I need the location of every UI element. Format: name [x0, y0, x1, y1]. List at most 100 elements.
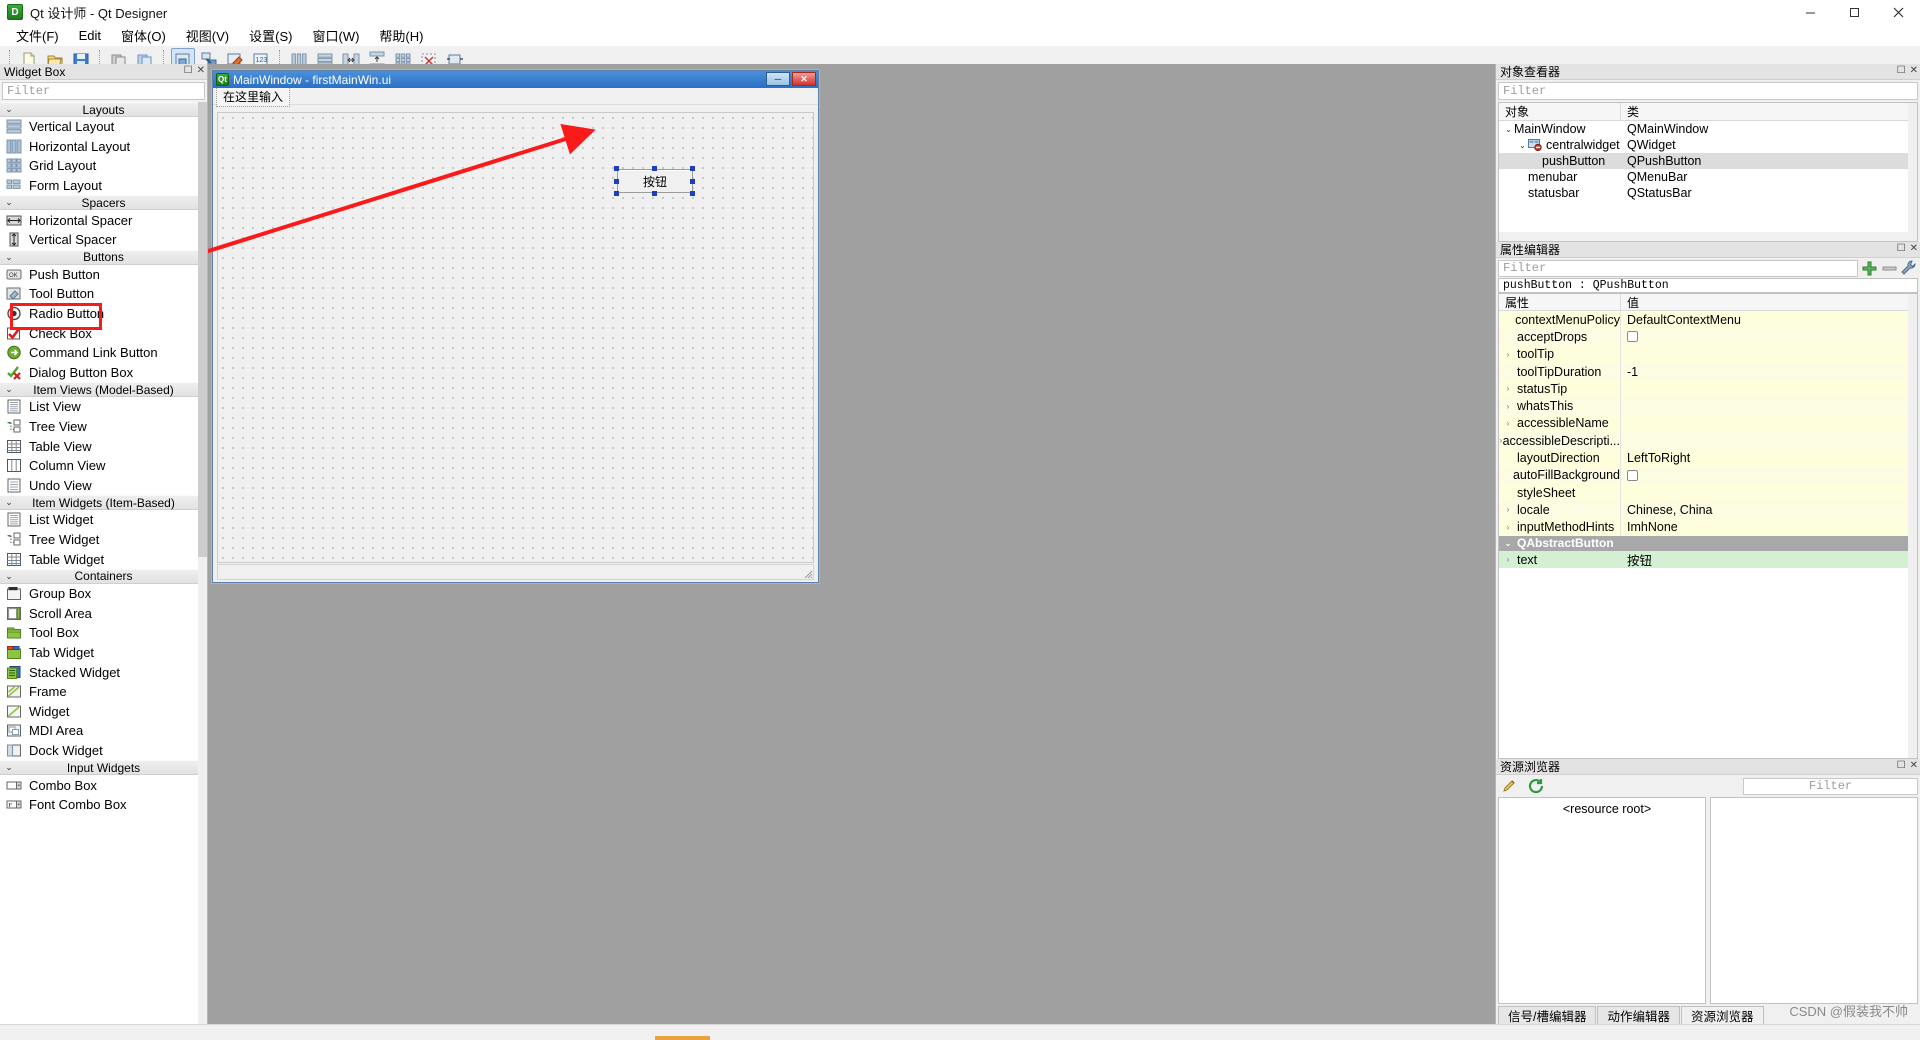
- selection-handle[interactable]: [690, 166, 695, 171]
- close-icon[interactable]: ✕: [1910, 760, 1918, 772]
- object-row-mainwindow[interactable]: ⌄ MainWindow QMainWindow: [1499, 121, 1917, 137]
- float-icon[interactable]: ☐: [1897, 243, 1906, 255]
- float-icon[interactable]: ☐: [184, 65, 193, 77]
- chevron-right-icon[interactable]: ›: [1499, 555, 1517, 564]
- property-checkbox[interactable]: [1627, 469, 1638, 481]
- widget-item-horizontal-spacer[interactable]: Horizontal Spacer: [0, 210, 207, 230]
- reload-icon[interactable]: [1528, 778, 1545, 795]
- property-value[interactable]: DefaultContextMenu: [1621, 311, 1917, 328]
- widget-item-radio-button[interactable]: Radio Button: [0, 303, 207, 324]
- property-row-whatsthis[interactable]: › whatsThis: [1499, 397, 1917, 415]
- object-row-statusbar[interactable]: statusbar QStatusBar: [1499, 185, 1917, 201]
- property-row-tooltipduration[interactable]: toolTipDuration -1: [1499, 362, 1917, 381]
- object-inspector-vscrollbar[interactable]: [1908, 103, 1917, 241]
- form-menu-placeholder[interactable]: 在这里输入: [216, 85, 291, 107]
- widget-group-header[interactable]: ⌄ Item Views (Model-Based): [0, 382, 207, 398]
- property-row-autofillbackground[interactable]: autoFillBackground: [1499, 466, 1917, 484]
- property-value-cell[interactable]: [1621, 328, 1917, 345]
- close-icon[interactable]: ✕: [1910, 65, 1918, 77]
- widget-item-font-combo-box[interactable]: F Font Combo Box: [0, 794, 207, 815]
- chevron-right-icon[interactable]: ›: [1499, 523, 1517, 532]
- chevron-down-icon[interactable]: ⌄: [1503, 125, 1514, 134]
- close-icon[interactable]: ✕: [197, 65, 205, 77]
- chevron-right-icon[interactable]: ›: [1499, 419, 1517, 428]
- float-icon[interactable]: ☐: [1897, 760, 1906, 772]
- widget-item-stacked-widget[interactable]: Stacked Widget: [0, 662, 207, 682]
- widget-item-combo-box[interactable]: Combo Box: [0, 775, 207, 795]
- widget-item-grid-layout[interactable]: Grid Layout: [0, 156, 207, 176]
- plus-icon[interactable]: [1860, 259, 1878, 277]
- selection-handle[interactable]: [690, 191, 695, 196]
- chevron-right-icon[interactable]: ›: [1499, 402, 1517, 411]
- widget-item-table-widget[interactable]: Table Widget: [0, 549, 207, 569]
- menu-edit[interactable]: Edit: [69, 26, 111, 45]
- widget-item-vertical-layout[interactable]: Vertical Layout: [0, 117, 207, 137]
- menu-help[interactable]: 帮助(H): [369, 24, 433, 47]
- widget-box-scrollbar[interactable]: [198, 102, 207, 1024]
- canvas-push-button[interactable]: 按钮: [617, 169, 693, 193]
- property-checkbox[interactable]: [1627, 331, 1638, 343]
- property-value[interactable]: LeftToRight: [1621, 449, 1917, 466]
- property-row-stylesheet[interactable]: styleSheet: [1499, 483, 1917, 502]
- widget-item-frame[interactable]: Frame: [0, 681, 207, 702]
- resource-tree[interactable]: <resource root>: [1498, 797, 1706, 1004]
- property-value[interactable]: [1621, 346, 1917, 363]
- selection-handle[interactable]: [690, 179, 695, 184]
- widget-item-column-view[interactable]: Column View: [0, 455, 207, 476]
- property-row-text[interactable]: › text 按钮: [1499, 550, 1917, 569]
- chevron-right-icon[interactable]: ›: [1499, 384, 1517, 393]
- chevron-down-icon[interactable]: ⌄: [1517, 141, 1528, 150]
- property-value[interactable]: ImhNone: [1621, 519, 1917, 536]
- selection-handle[interactable]: [652, 166, 657, 171]
- property-editor-table[interactable]: 属性 值 contextMenuPolicy DefaultContextMenu…: [1498, 293, 1918, 759]
- selection-handle[interactable]: [652, 191, 657, 196]
- widget-item-list-view[interactable]: List View: [0, 397, 207, 417]
- widget-group-header[interactable]: ⌄ Spacers: [0, 195, 207, 211]
- widget-group-header[interactable]: ⌄ Buttons: [0, 249, 207, 265]
- widget-item-tree-widget[interactable]: Tree Widget: [0, 529, 207, 550]
- widget-group-header[interactable]: ⌄ Containers: [0, 568, 207, 584]
- property-value[interactable]: [1621, 484, 1917, 501]
- object-row-centralwidget[interactable]: ⌄ centralwidget QWidget: [1499, 137, 1917, 153]
- widget-item-tab-widget[interactable]: Tab Widget: [0, 642, 207, 663]
- form-menu-bar[interactable]: 在这里输入: [213, 85, 818, 107]
- close-icon[interactable]: ✕: [1910, 243, 1918, 255]
- widget-item-tree-view[interactable]: Tree View: [0, 416, 207, 437]
- menu-file[interactable]: 文件(F): [6, 24, 69, 47]
- widget-item-tool-button[interactable]: Tool Button: [0, 284, 207, 304]
- property-value[interactable]: [1621, 432, 1917, 449]
- menu-settings[interactable]: 设置(S): [239, 24, 302, 47]
- widget-item-horizontal-layout[interactable]: Horizontal Layout: [0, 136, 207, 157]
- minus-icon[interactable]: [1880, 259, 1898, 277]
- property-editor-vscrollbar[interactable]: [1908, 294, 1917, 758]
- chevron-right-icon[interactable]: ›: [1499, 505, 1517, 514]
- property-row-tooltip[interactable]: › toolTip: [1499, 345, 1917, 363]
- object-inspector-filter-input[interactable]: Filter: [1498, 82, 1918, 100]
- menu-window[interactable]: 窗口(W): [302, 24, 369, 47]
- property-row-inputmethodhints[interactable]: › inputMethodHints ImhNone: [1499, 518, 1917, 536]
- bottom-tab-0[interactable]: 信号/槽编辑器: [1498, 1006, 1597, 1024]
- widget-item-table-view[interactable]: Table View: [0, 436, 207, 456]
- widget-group-header[interactable]: ⌄ Input Widgets: [0, 760, 207, 776]
- property-row-acceptdrops[interactable]: acceptDrops: [1499, 328, 1917, 346]
- property-value[interactable]: -1: [1621, 363, 1917, 380]
- form-close-icon[interactable]: ✕: [792, 72, 816, 86]
- wrench-icon[interactable]: [1900, 259, 1918, 277]
- form-minimize-icon[interactable]: ─: [766, 72, 790, 86]
- resource-preview[interactable]: [1710, 797, 1918, 1004]
- menu-view[interactable]: 视图(V): [176, 24, 239, 47]
- widget-item-command-link-button[interactable]: Command Link Button: [0, 342, 207, 363]
- selection-handle[interactable]: [614, 191, 619, 196]
- object-row-menubar[interactable]: menubar QMenuBar: [1499, 169, 1917, 185]
- widget-item-vertical-spacer[interactable]: Vertical Spacer: [0, 229, 207, 250]
- resource-browser-filter-input[interactable]: Filter: [1743, 777, 1918, 795]
- property-value[interactable]: [1621, 380, 1917, 397]
- bottom-tab-2[interactable]: 资源浏览器: [1681, 1006, 1764, 1024]
- widget-item-widget[interactable]: Widget: [0, 701, 207, 722]
- maximize-icon[interactable]: [1832, 0, 1876, 24]
- widget-item-push-button[interactable]: OK Push Button: [0, 264, 207, 285]
- bottom-tab-1[interactable]: 动作编辑器: [1597, 1006, 1680, 1024]
- property-row-contextmenupolicy[interactable]: contextMenuPolicy DefaultContextMenu: [1499, 311, 1917, 329]
- widget-item-group-box[interactable]: Group Box: [0, 583, 207, 604]
- widget-item-dock-widget[interactable]: Dock Widget: [0, 740, 207, 761]
